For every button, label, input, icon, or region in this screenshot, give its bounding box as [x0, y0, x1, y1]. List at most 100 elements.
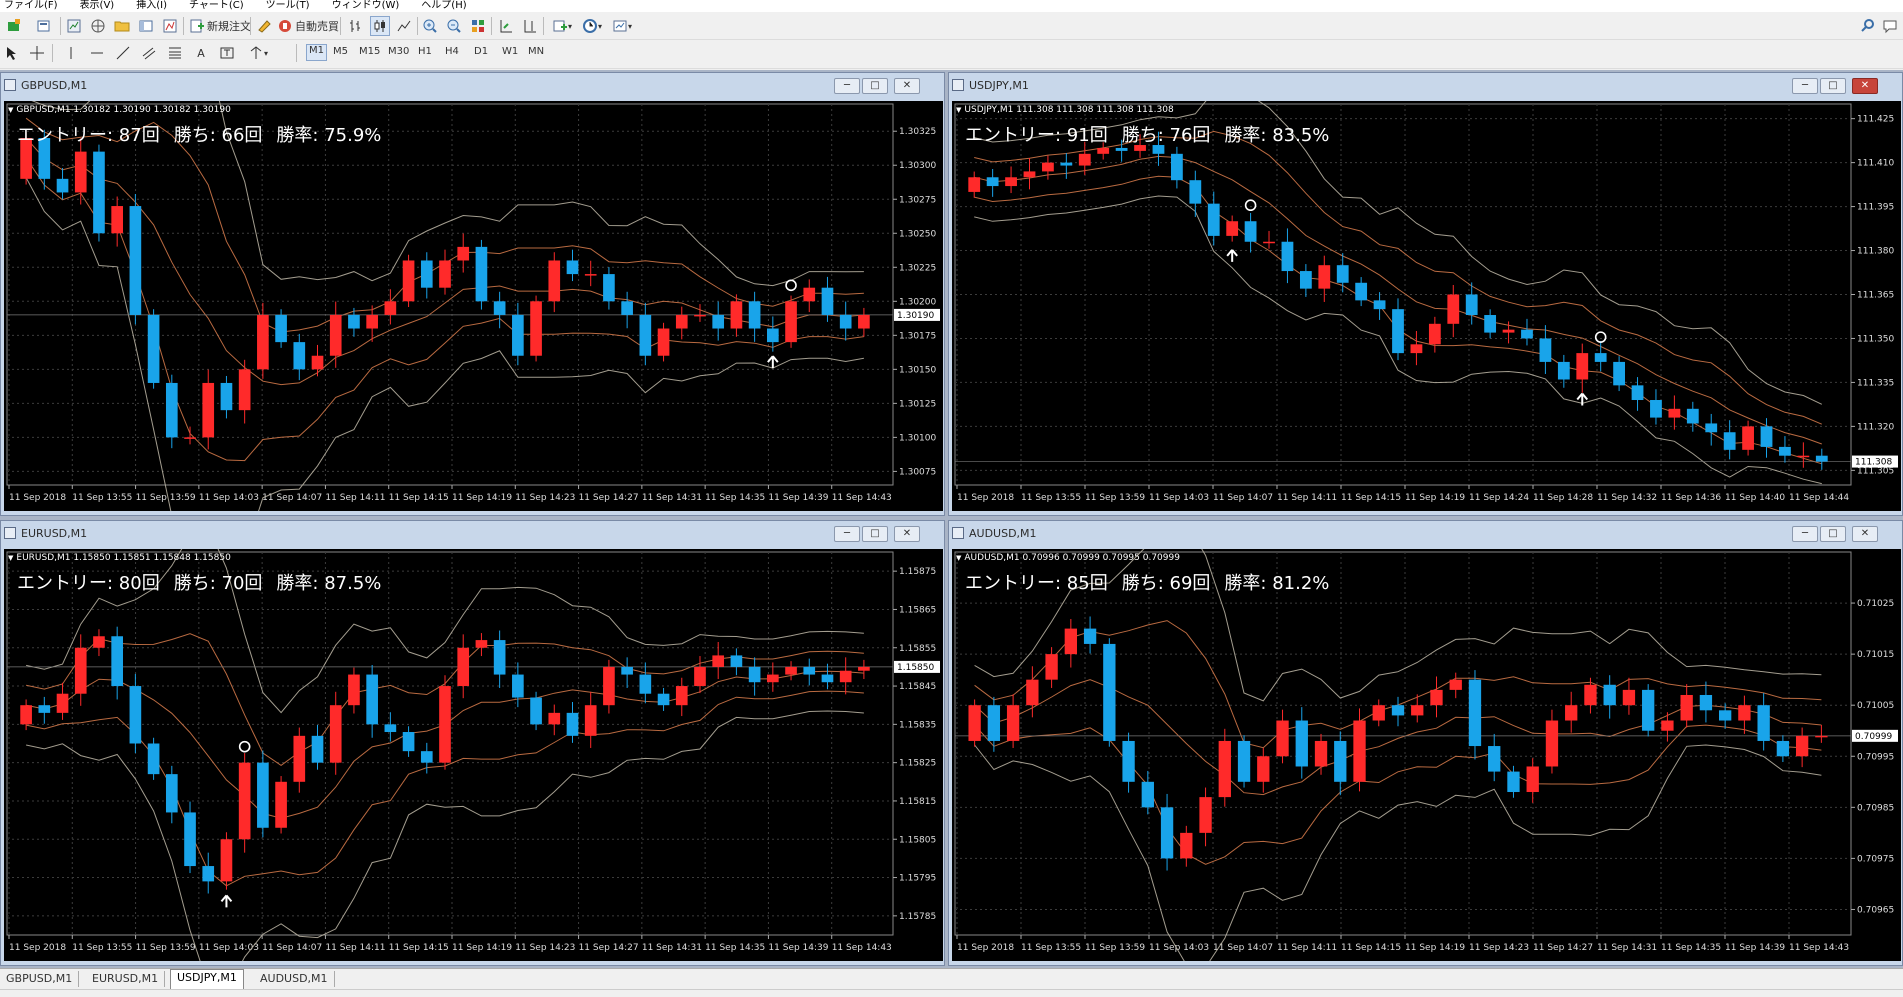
timeframe-m15[interactable]: M15 [359, 46, 380, 57]
candle [1484, 309, 1497, 339]
price-chart[interactable]: 111.425 111.410 111.395 111.380 111.365 111.3… [952, 101, 1901, 511]
price-chart[interactable]: 1.15875 1.15865 1.15855 1.15845 1.15835 1.158… [4, 549, 943, 961]
window-titlebar[interactable]: GBPUSD,M1 ─ □ ✕ [1, 73, 944, 99]
time-label: 11 Sep 2018 [957, 493, 1014, 503]
vertical-line-icon[interactable] [62, 43, 80, 63]
indicators-icon[interactable]: ▾ [548, 16, 576, 36]
search-icon[interactable] [1858, 16, 1878, 36]
menu-item-2[interactable]: 挿入(I) [132, 1, 167, 11]
text-tool-icon[interactable]: A [192, 43, 210, 63]
candle [439, 675, 451, 770]
candlestick-chart-icon[interactable] [370, 16, 390, 36]
price-chart[interactable]: 1.30325 1.30300 1.30275 1.30250 1.30225 1.302… [4, 101, 943, 511]
chart-canvas[interactable]: 0.71025 0.71015 0.71005 0.70995 0.70985 0.709… [952, 549, 1901, 961]
line-chart-icon[interactable] [394, 16, 414, 36]
chat-icon[interactable] [1880, 16, 1900, 36]
maximize-button[interactable]: □ [1820, 78, 1846, 94]
zoom-in-icon[interactable] [420, 16, 440, 36]
price-label: 0.70985 [1857, 803, 1894, 813]
minimize-button[interactable]: ─ [1792, 526, 1818, 542]
window-titlebar[interactable]: AUDUSD,M1 ─ □ ✕ [949, 521, 1902, 547]
timeframe-h4[interactable]: H4 [445, 46, 459, 57]
time-label: 11 Sep 14:19 [452, 493, 512, 503]
periods-clock-icon[interactable]: ▾ [578, 16, 606, 36]
arrow-shapes-icon[interactable]: ▾ [244, 43, 272, 63]
tab-eurusd[interactable]: EURUSD,M1 [86, 971, 166, 987]
window-titlebar[interactable]: EURUSD,M1 ─ □ ✕ [1, 521, 944, 547]
window-titlebar[interactable]: USDJPY,M1 ─ □ ✕ [949, 73, 1902, 99]
timeframe-m30[interactable]: M30 [388, 46, 409, 57]
close-button[interactable]: ✕ [1852, 78, 1878, 94]
new-chart-icon[interactable] [2, 16, 26, 36]
price-chart[interactable]: 0.71025 0.71015 0.71005 0.70995 0.70985 0.709… [952, 549, 1901, 961]
chart-shift-icon[interactable] [520, 16, 540, 36]
indicator-band [974, 744, 1822, 961]
tab-audusd[interactable]: AUDUSD,M1 [254, 971, 335, 987]
tab-gbpusd[interactable]: GBPUSD,M1 [0, 971, 80, 987]
tab-usdjpy[interactable]: USDJPY,M1 [170, 969, 244, 989]
wins-count: 勝ち: 76回 [1121, 125, 1211, 146]
tester-icon[interactable] [160, 16, 180, 36]
new-order-button[interactable]: 新規注文 [186, 16, 254, 36]
maximize-button[interactable]: □ [1820, 526, 1846, 542]
cursor-icon[interactable] [2, 43, 20, 63]
scroll-chart-icon[interactable] [496, 16, 516, 36]
minimize-button[interactable]: ─ [1792, 78, 1818, 94]
templates-icon[interactable]: ▾ [608, 16, 636, 36]
maximize-button[interactable]: □ [862, 78, 888, 94]
channel-icon[interactable] [140, 43, 158, 63]
time-label: 11 Sep 14:43 [1789, 943, 1849, 953]
menu-item-4[interactable]: ツール(T) [262, 1, 310, 11]
trendline-icon[interactable] [114, 43, 132, 63]
minimize-button[interactable]: ─ [834, 526, 860, 542]
chart-canvas[interactable]: 111.425 111.410 111.395 111.380 111.365 111.3… [952, 101, 1901, 511]
menu-item-5[interactable]: ウィンドウ(W) [328, 1, 400, 11]
minimize-button[interactable]: ─ [834, 78, 860, 94]
timeframe-mn[interactable]: MN [528, 46, 544, 57]
close-button[interactable]: ✕ [894, 526, 920, 542]
timeframe-m1[interactable]: M1 [306, 44, 327, 61]
market-watch-icon[interactable] [64, 16, 84, 36]
crosshair-icon[interactable] [28, 43, 46, 63]
candle [384, 289, 397, 325]
maximize-button[interactable]: □ [862, 526, 888, 542]
time-label: 11 Sep 14:43 [832, 493, 892, 503]
price-label: 111.410 [1857, 159, 1894, 169]
menu-item-3[interactable]: チャート(C) [185, 1, 244, 11]
folder-icon[interactable] [112, 16, 132, 36]
chart-canvas[interactable]: 1.30325 1.30300 1.30275 1.30250 1.30225 1.302… [4, 101, 943, 511]
timeframe-w1[interactable]: W1 [502, 46, 518, 57]
metaeditor-icon[interactable] [254, 16, 274, 36]
menu-item-0[interactable]: ファイル(F) [0, 1, 58, 11]
close-button[interactable]: ✕ [1852, 526, 1878, 542]
candle [1430, 676, 1443, 718]
auto-trading-button[interactable]: 自動売買 [274, 16, 342, 36]
candle [785, 295, 797, 348]
chart-canvas[interactable]: 1.15875 1.15865 1.15855 1.15845 1.15835 1.158… [4, 549, 943, 961]
chart-window-icon [4, 527, 16, 539]
menu-item-6[interactable]: ヘルプ(H) [417, 1, 466, 11]
candle [147, 737, 160, 780]
candle [584, 691, 597, 748]
tile-windows-icon[interactable] [468, 16, 488, 36]
candle [1189, 170, 1202, 217]
timeframe-d1[interactable]: D1 [474, 46, 488, 57]
time-label: 11 Sep 14:27 [579, 943, 639, 953]
menu-item-1[interactable]: 表示(V) [76, 1, 115, 11]
fibonacci-icon[interactable] [166, 43, 184, 63]
text-label-icon[interactable] [218, 43, 236, 63]
profiles-icon[interactable] [32, 16, 56, 36]
candle [730, 294, 743, 337]
terminal-icon[interactable] [136, 16, 156, 36]
navigator-icon[interactable] [88, 16, 108, 36]
timeframe-m5[interactable]: M5 [333, 46, 348, 57]
bar-chart-icon[interactable] [346, 16, 366, 36]
candle [1060, 153, 1073, 179]
candle [1372, 699, 1385, 727]
horizontal-line-icon[interactable] [88, 43, 106, 63]
zoom-out-icon[interactable] [444, 16, 464, 36]
timeframe-h1[interactable]: H1 [418, 46, 432, 57]
close-button[interactable]: ✕ [894, 78, 920, 94]
candle [530, 295, 542, 362]
candle [1815, 448, 1828, 470]
